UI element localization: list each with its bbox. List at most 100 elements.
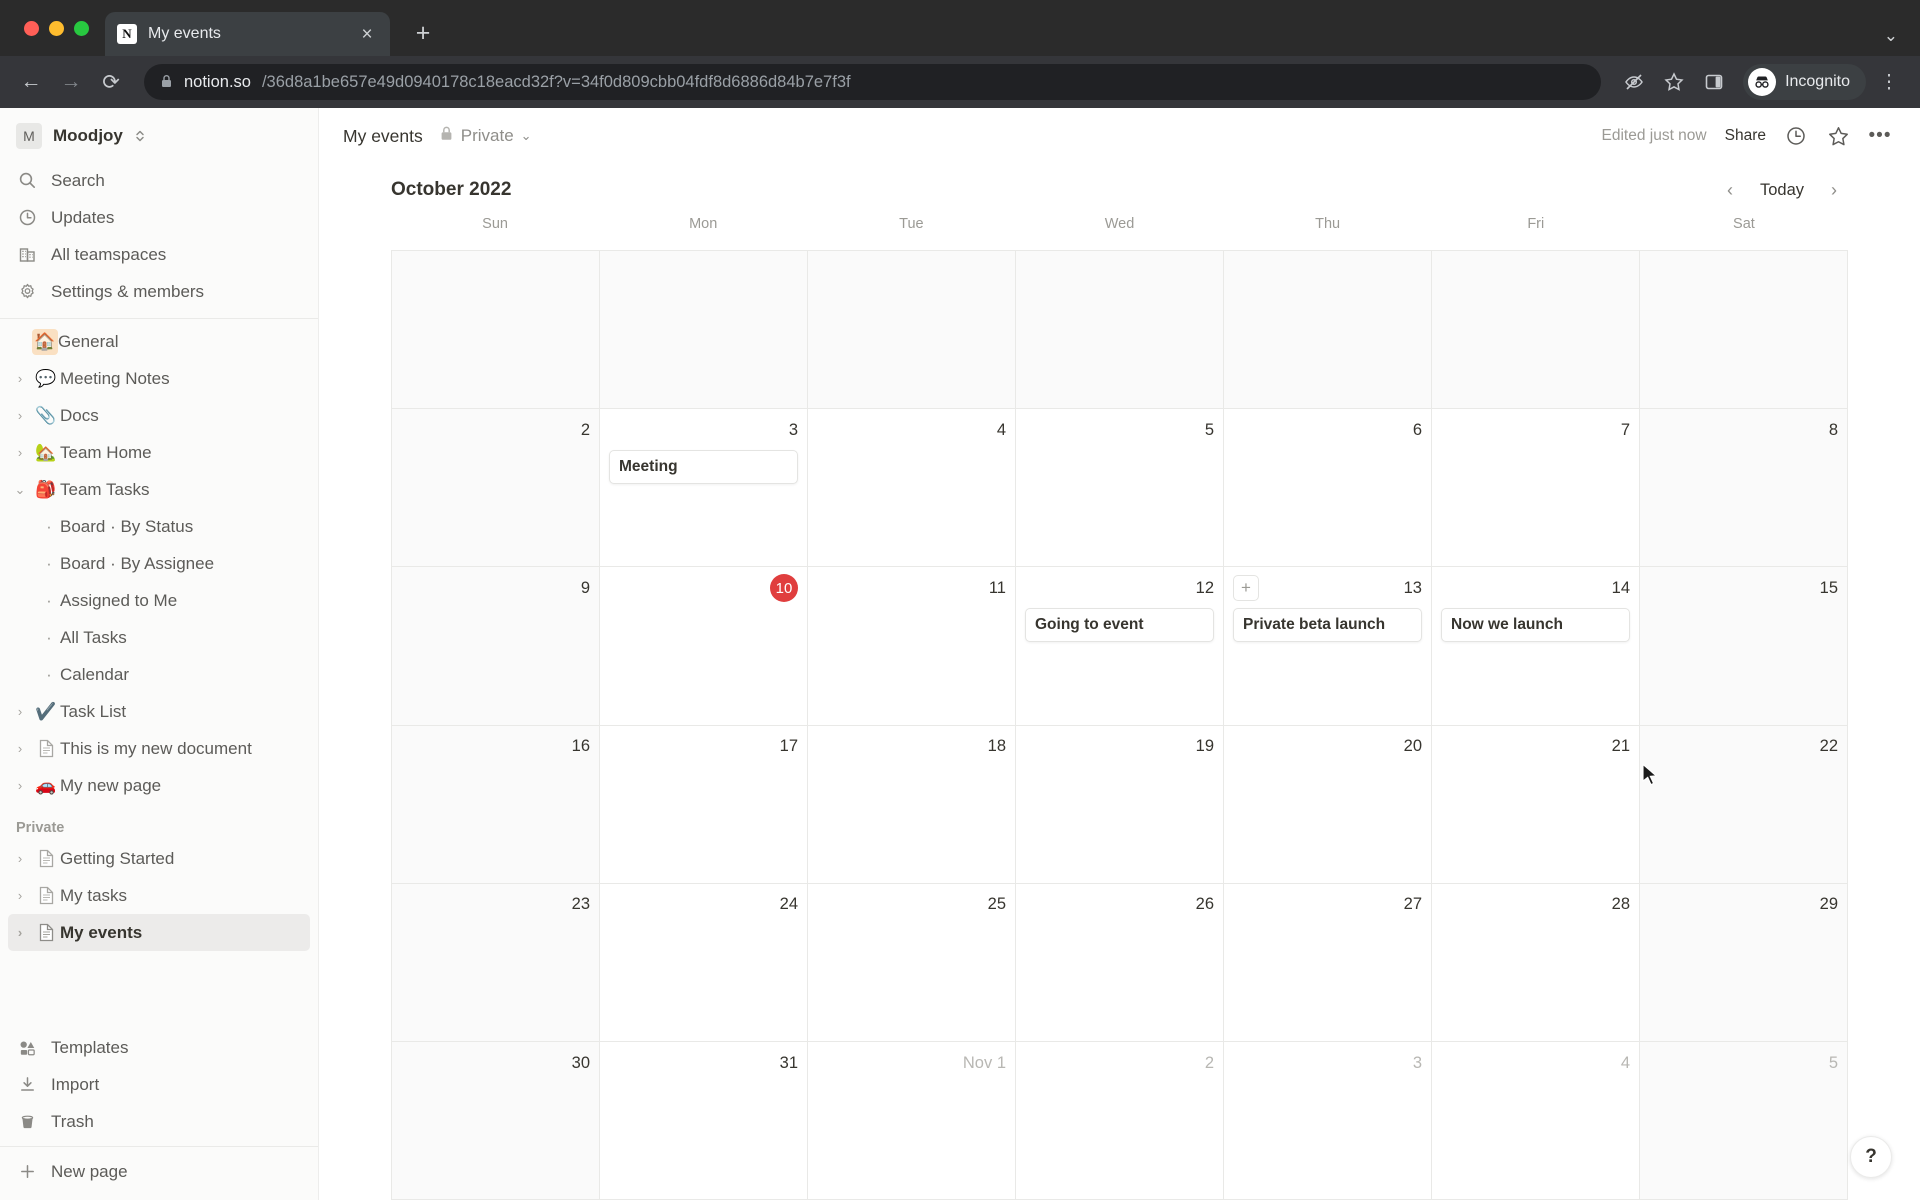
calendar-cell[interactable]: 26: [1016, 883, 1224, 1042]
chevron-right-icon[interactable]: ›: [8, 778, 32, 793]
calendar-event[interactable]: Meeting: [609, 450, 798, 485]
share-button[interactable]: Share: [1725, 127, 1766, 145]
calendar-cell[interactable]: 8: [1640, 409, 1848, 568]
calendar-cell[interactable]: 10: [600, 567, 808, 726]
sidebar-item-import[interactable]: Import: [8, 1066, 310, 1103]
calendar-cell[interactable]: 12 Going to event: [1016, 567, 1224, 726]
chevron-right-icon[interactable]: ›: [8, 445, 32, 460]
chevron-right-icon[interactable]: ›: [8, 925, 32, 940]
sidebar-item-templates[interactable]: Templates: [8, 1029, 310, 1066]
workspace-switcher[interactable]: M Moodjoy: [0, 112, 318, 160]
tree-item-this-is-my-new-document[interactable]: › This is my new document: [8, 730, 310, 767]
calendar-cell[interactable]: 2: [392, 409, 600, 568]
calendar-cell[interactable]: 28: [1432, 883, 1640, 1042]
chevron-down-icon[interactable]: ⌄: [8, 482, 32, 498]
sidebar-item-settings-members[interactable]: Settings & members: [8, 273, 310, 310]
chevron-right-icon[interactable]: ›: [8, 704, 32, 719]
chevron-right-icon[interactable]: ›: [8, 888, 32, 903]
minimize-window-button[interactable]: [49, 20, 64, 36]
calendar-cell[interactable]: 3 Meeting: [600, 409, 808, 568]
calendar-cell[interactable]: Nov 1: [808, 1041, 1016, 1200]
calendar-cell[interactable]: 30: [392, 1041, 600, 1200]
help-button[interactable]: ?: [1850, 1136, 1892, 1178]
calendar-cell-empty[interactable]: [808, 251, 1016, 410]
address-bar[interactable]: notion.so/36d8a1be657e49d0940178c18eacd3…: [144, 64, 1602, 100]
reload-button[interactable]: ⟳: [94, 65, 128, 99]
calendar-cell[interactable]: 29: [1640, 883, 1848, 1042]
calendar-cell[interactable]: 11: [808, 567, 1016, 726]
calendar-cell[interactable]: 4: [1432, 1041, 1640, 1200]
calendar-event[interactable]: Going to event: [1025, 608, 1214, 643]
tree-item-task-list[interactable]: › ✔️ Task List: [8, 693, 310, 730]
add-event-button[interactable]: +: [1233, 575, 1259, 602]
calendar-cell[interactable]: 14 Now we launch: [1432, 567, 1640, 726]
calendar-cell[interactable]: 2: [1016, 1041, 1224, 1200]
chevron-down-icon[interactable]: ⌄: [521, 128, 532, 144]
profile-chip[interactable]: Incognito: [1743, 64, 1866, 100]
calendar-cell[interactable]: 23: [392, 883, 600, 1042]
next-month-button[interactable]: ›: [1820, 176, 1848, 204]
tree-item-board-by-assignee[interactable]: · Board · By Assignee: [8, 545, 310, 582]
calendar-cell-empty[interactable]: [392, 251, 600, 410]
calendar-cell[interactable]: 6: [1224, 409, 1432, 568]
calendar-cell[interactable]: 17: [600, 725, 808, 884]
calendar-cell-empty[interactable]: [1432, 251, 1640, 410]
tab-list-chevron-icon[interactable]: ⌄: [1884, 26, 1898, 46]
back-button[interactable]: ←: [14, 65, 48, 99]
calendar-cell[interactable]: 18: [808, 725, 1016, 884]
close-tab-icon[interactable]: ×: [356, 25, 378, 44]
calendar-cell[interactable]: 20: [1224, 725, 1432, 884]
calendar-cell[interactable]: 4: [808, 409, 1016, 568]
calendar-cell[interactable]: 24: [600, 883, 808, 1042]
calendar-cell[interactable]: 5: [1016, 409, 1224, 568]
tree-item-calendar[interactable]: · Calendar: [8, 656, 310, 693]
calendar-cell-empty[interactable]: [1016, 251, 1224, 410]
close-window-button[interactable]: [24, 20, 39, 36]
calendar-cell[interactable]: 27: [1224, 883, 1432, 1042]
new-tab-button[interactable]: +: [408, 19, 438, 48]
tree-item-board-by-status[interactable]: · Board · By Status: [8, 508, 310, 545]
bookmark-star-icon[interactable]: [1657, 65, 1691, 99]
chevron-right-icon[interactable]: ›: [8, 741, 32, 756]
tree-item-all-tasks[interactable]: · All Tasks: [8, 619, 310, 656]
breadcrumb-private[interactable]: Private ⌄: [439, 125, 532, 147]
calendar-cell[interactable]: 7: [1432, 409, 1640, 568]
tree-item-my-events[interactable]: › My events: [8, 914, 310, 951]
calendar-cell[interactable]: 31: [600, 1041, 808, 1200]
chevron-right-icon[interactable]: ›: [8, 408, 32, 423]
history-clock-icon[interactable]: [1784, 124, 1808, 148]
tree-item-getting-started[interactable]: › Getting Started: [8, 840, 310, 877]
calendar-cell[interactable]: 15: [1640, 567, 1848, 726]
sidebar-item-search[interactable]: Search: [8, 162, 310, 199]
calendar-cell-empty[interactable]: [600, 251, 808, 410]
browser-tab[interactable]: N My events ×: [105, 12, 390, 56]
tree-item-my-tasks[interactable]: › My tasks: [8, 877, 310, 914]
maximize-window-button[interactable]: [74, 20, 89, 36]
tree-item-team-tasks[interactable]: ⌄ 🎒 Team Tasks: [8, 471, 310, 508]
calendar-cell[interactable]: 19: [1016, 725, 1224, 884]
new-page-button[interactable]: New page: [8, 1153, 310, 1190]
previous-month-button[interactable]: ‹: [1716, 176, 1744, 204]
sidebar-item-updates[interactable]: Updates: [8, 199, 310, 236]
tree-item-assigned-to-me[interactable]: · Assigned to Me: [8, 582, 310, 619]
calendar-cell[interactable]: 5: [1640, 1041, 1848, 1200]
calendar-event[interactable]: Now we launch: [1441, 608, 1630, 643]
tree-item-meeting-notes[interactable]: › 💬 Meeting Notes: [8, 360, 310, 397]
calendar-cell[interactable]: 16: [392, 725, 600, 884]
calendar-cell[interactable]: 22: [1640, 725, 1848, 884]
sidebar-item-all-teamspaces[interactable]: All teamspaces: [8, 236, 310, 273]
chevron-right-icon[interactable]: ›: [8, 371, 32, 386]
chevron-right-icon[interactable]: ›: [8, 851, 32, 866]
browser-menu-button[interactable]: ⋮: [1872, 65, 1906, 99]
tree-item-my-new-page[interactable]: › 🚗 My new page: [8, 767, 310, 804]
forward-button[interactable]: →: [54, 65, 88, 99]
calendar-cell[interactable]: 9: [392, 567, 600, 726]
eye-slash-icon[interactable]: [1617, 65, 1651, 99]
tree-item-docs[interactable]: › 📎 Docs: [8, 397, 310, 434]
calendar-cell[interactable]: +13 Private beta launch: [1224, 567, 1432, 726]
calendar-cell[interactable]: 25: [808, 883, 1016, 1042]
today-button[interactable]: Today: [1750, 177, 1814, 204]
calendar-event[interactable]: Private beta launch: [1233, 608, 1422, 643]
calendar-cell-empty[interactable]: [1640, 251, 1848, 410]
tree-item-general[interactable]: › 🏠 General: [8, 323, 310, 360]
